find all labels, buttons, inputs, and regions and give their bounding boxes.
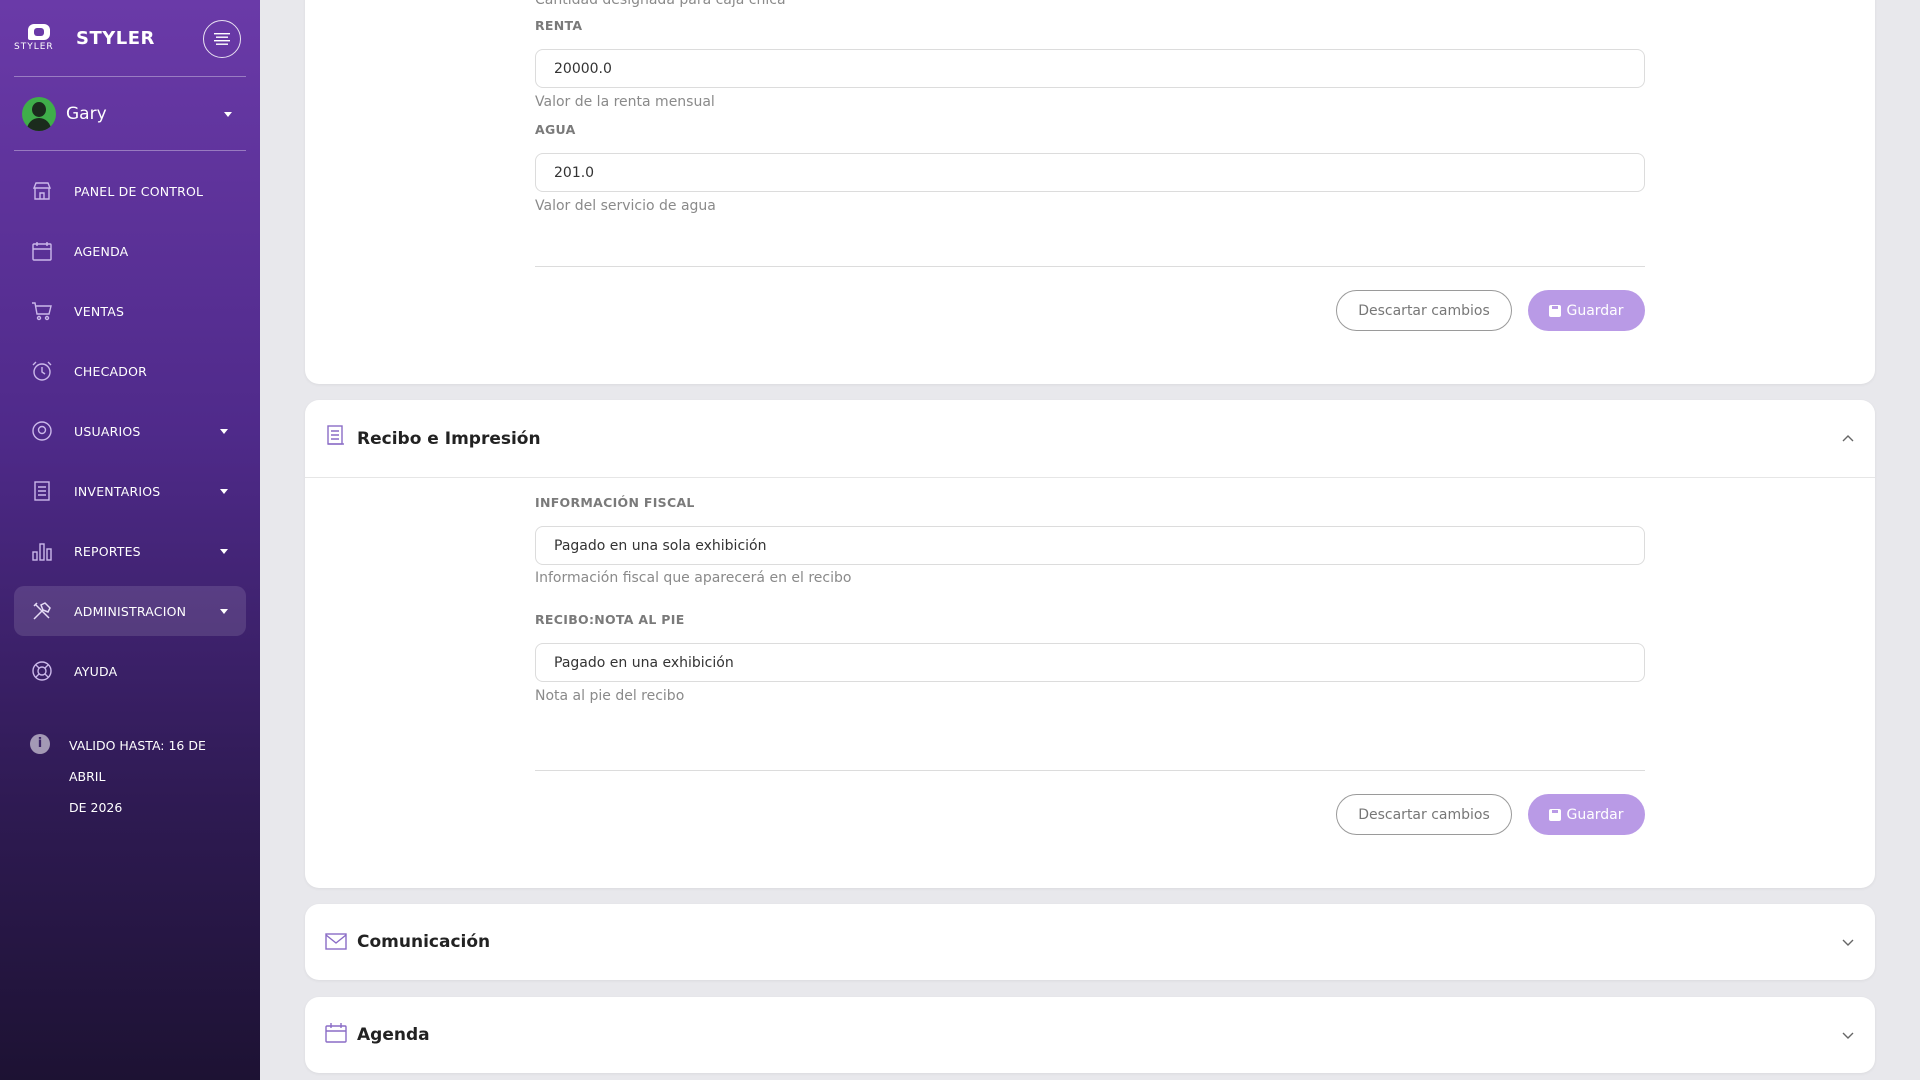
form-divider [535,266,1645,267]
field-help-renta: Valor de la renta mensual [535,94,715,110]
caret-down-icon [220,608,228,614]
bar-chart-icon [30,539,54,563]
list-icon [30,479,54,503]
tools-icon [30,599,54,623]
agenda-section-header[interactable]: Agenda [305,997,1875,1073]
chevron-down-icon[interactable] [1841,1028,1855,1042]
field-help-agua: Valor del servicio de agua [535,198,716,214]
sidebar-item-inventarios[interactable]: INVENTARIOS [14,466,246,516]
caret-down-icon [224,111,232,117]
chevron-down-icon[interactable] [1841,935,1855,949]
validity-line: DE 2026 [69,800,123,815]
calendar-icon [30,239,54,263]
brand[interactable]: STYLER STYLER [14,24,155,52]
section-title: Recibo e Impresión [357,429,541,449]
sidebar-item-panel-de-control[interactable]: PANEL DE CONTROL [14,166,246,216]
info-icon: i [30,734,50,754]
general-settings-card: Cantidad designada para caja chica RENTA… [305,0,1875,384]
lifebuoy-icon [30,659,54,683]
field-label-renta: RENTA [535,18,583,33]
sidebar-item-reportes[interactable]: REPORTES [14,526,246,576]
save-button[interactable]: Guardar [1528,290,1645,331]
receipt-icon [327,425,344,445]
sidebar-item-ayuda[interactable]: AYUDA [14,646,246,696]
envelope-icon [325,933,347,950]
discard-changes-button[interactable]: Descartar cambios [1336,290,1512,331]
user-name: Gary [66,104,107,124]
user-circle-icon [30,419,54,443]
caret-down-icon [220,548,228,554]
receipt-footnote-input[interactable] [535,643,1645,682]
receipt-settings-card: Recibo e Impresión INFORMACIÓN FISCAL In… [305,400,1875,888]
calendar-icon [325,1023,347,1043]
section-title: Agenda [357,1025,430,1045]
field-help-footnote: Nota al pie del recibo [535,688,685,704]
caret-down-icon [220,428,228,434]
agenda-settings-card: Agenda [305,997,1875,1073]
sidebar-divider [14,150,246,151]
floppy-disk-icon [1549,304,1562,317]
sidebar-nav: PANEL DE CONTROL AGENDA VENTAS CHECADOR … [14,166,246,706]
field-label-fiscal: INFORMACIÓN FISCAL [535,495,695,510]
save-button[interactable]: Guardar [1528,794,1645,835]
field-label-footnote: RECIBO:NOTA AL PIE [535,612,685,627]
save-button-label: Guardar [1566,806,1624,823]
renta-input[interactable] [535,49,1645,88]
brand-name: STYLER [76,27,155,49]
communication-settings-card: Comunicación [305,904,1875,980]
sidebar: STYLER STYLER Gary PANEL DE CONTROL AGEN… [0,0,260,1080]
menu-toggle-button[interactable] [203,20,241,58]
chevron-up-icon[interactable] [1841,432,1855,446]
header-divider [305,477,1875,478]
avatar [22,97,56,131]
field-label-agua: AGUA [535,122,576,137]
receipt-section-header[interactable]: Recibo e Impresión [305,400,1875,478]
agua-input[interactable] [535,153,1645,192]
save-button-label: Guardar [1566,302,1624,319]
sidebar-divider [14,76,246,77]
user-menu[interactable]: Gary [22,96,232,132]
field-help-fiscal: Información fiscal que aparecerá en el r… [535,570,852,586]
fiscal-info-input[interactable] [535,526,1645,565]
sidebar-item-checador[interactable]: CHECADOR [14,346,246,396]
floppy-disk-icon [1549,808,1562,821]
alarm-clock-icon [30,359,54,383]
communication-section-header[interactable]: Comunicación [305,904,1875,980]
sidebar-item-usuarios[interactable]: USUARIOS [14,406,246,456]
sidebar-item-ventas[interactable]: VENTAS [14,286,246,336]
sidebar-item-agenda[interactable]: AGENDA [14,226,246,276]
validity-line: VALIDO HASTA: 16 DE ABRIL [69,738,206,784]
form-divider [535,770,1645,771]
hamburger-icon [214,33,230,45]
cart-icon [30,299,54,323]
field-help: Cantidad designada para caja chica [535,0,786,8]
styler-logo-icon: STYLER [14,24,64,52]
section-title: Comunicación [357,932,491,952]
caret-down-icon [220,488,228,494]
store-icon [30,179,54,203]
sidebar-item-administracion[interactable]: ADMINISTRACION [14,586,246,636]
discard-changes-button[interactable]: Descartar cambios [1336,794,1512,835]
license-validity: i VALIDO HASTA: 16 DE ABRIL DE 2026 [30,730,240,823]
